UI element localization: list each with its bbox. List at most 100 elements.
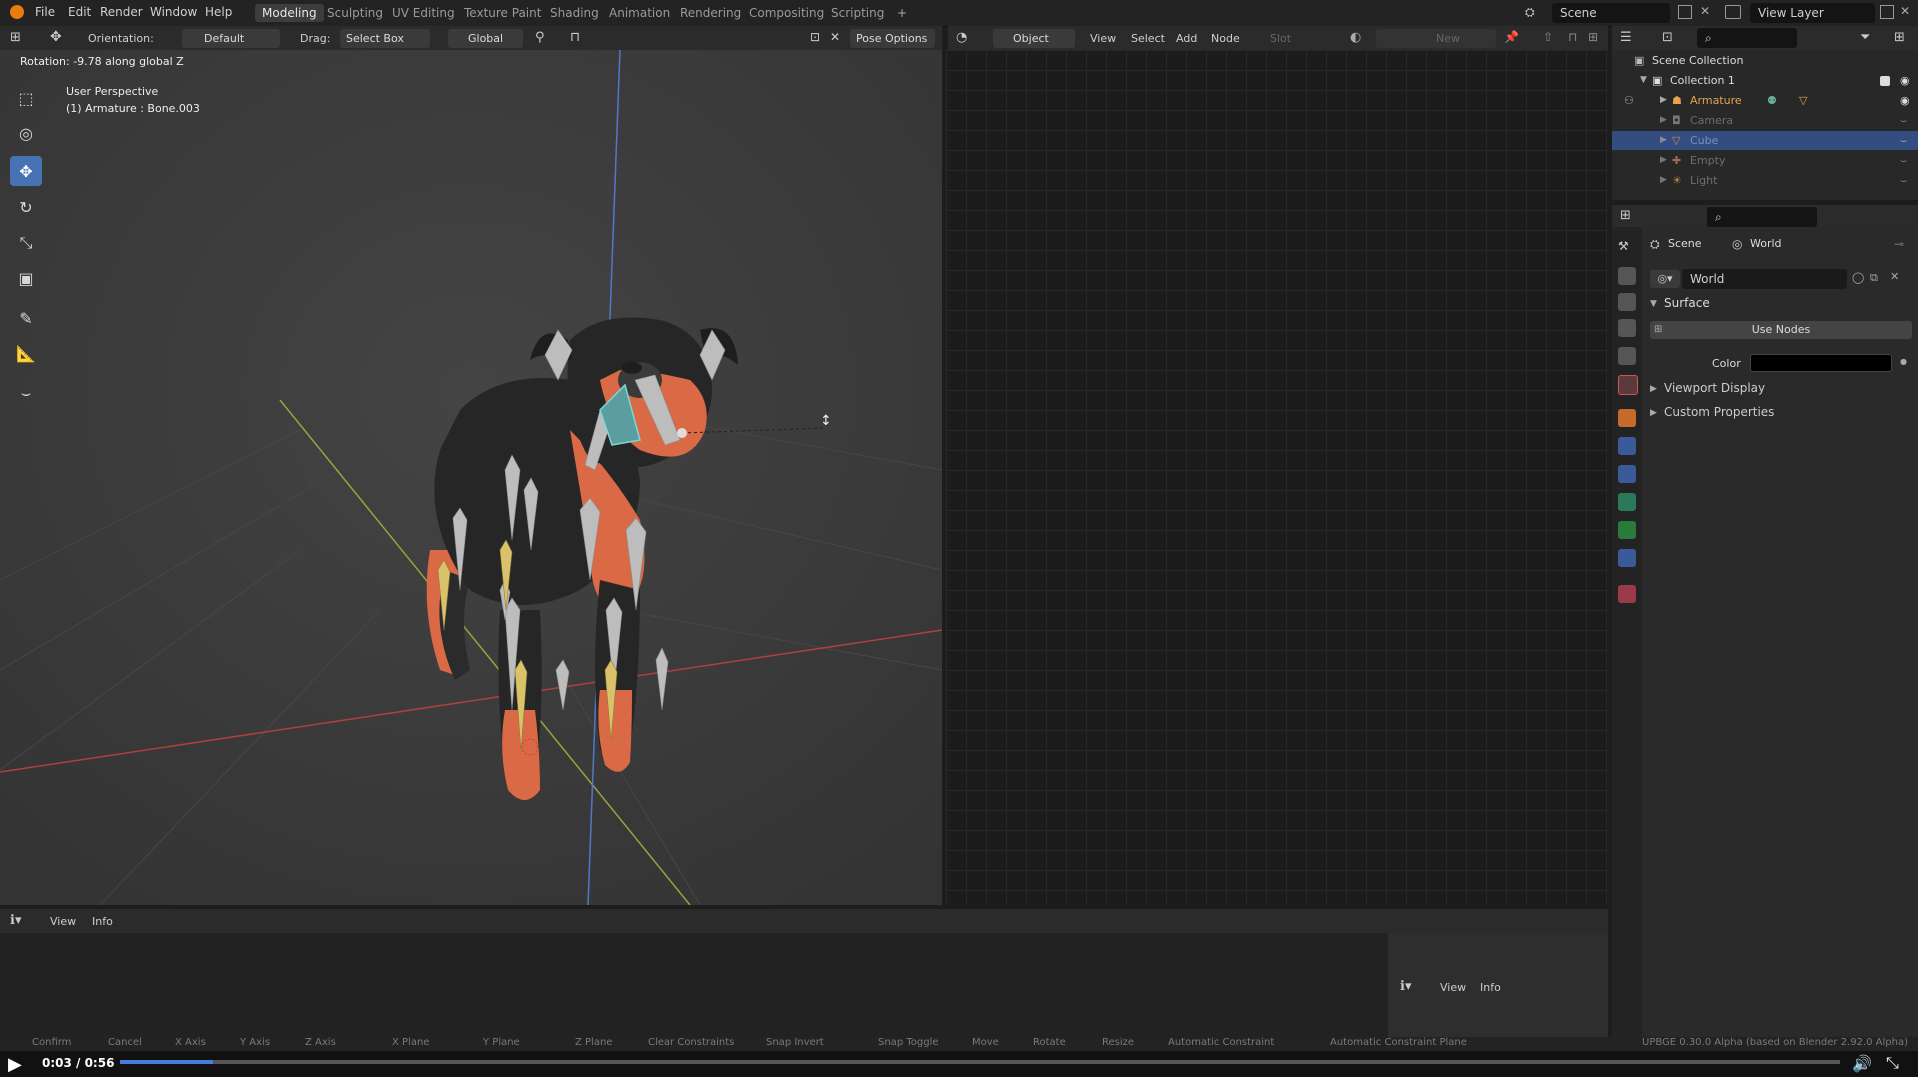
tab-scripting[interactable]: Scripting <box>824 4 891 22</box>
use-nodes-button[interactable]: Use Nodes <box>1650 321 1912 339</box>
pin-icon[interactable]: 📌 <box>1504 30 1519 44</box>
outliner-search-input[interactable]: ⌕ <box>1697 28 1797 48</box>
expand-arrow-icon[interactable]: ▶ <box>1660 91 1667 110</box>
tab-compositing[interactable]: Compositing <box>742 4 831 22</box>
expand-arrow-icon[interactable]: ▶ <box>1660 171 1667 190</box>
node-menu-select[interactable]: Select <box>1131 32 1165 45</box>
slot-dropdown[interactable]: Slot <box>1270 32 1291 45</box>
remove-scene-icon[interactable]: ✕ <box>1700 4 1710 18</box>
outliner-item-light[interactable]: ▶ ☀ Light ⌣ <box>1612 171 1918 190</box>
menu-render[interactable]: Render <box>100 5 143 19</box>
armature-data-tab-icon[interactable] <box>1618 493 1636 511</box>
backdrop-icon[interactable]: ⊞ <box>1588 30 1598 44</box>
view-layer-field[interactable]: View Layer <box>1750 3 1875 23</box>
snap-node-icon[interactable]: ⊓ <box>1568 30 1577 44</box>
node-menu-node[interactable]: Node <box>1211 32 1240 45</box>
animate-property-icon[interactable]: ● <box>1900 357 1907 366</box>
video-progress-track[interactable] <box>120 1060 1840 1064</box>
object-tab-icon[interactable] <box>1618 409 1636 427</box>
measure-tool-icon[interactable]: 📐 <box>10 338 42 368</box>
properties-search-input[interactable]: ⌕ <box>1707 207 1817 227</box>
world-name-field[interactable]: World <box>1682 269 1847 289</box>
texture-tab-icon[interactable] <box>1618 585 1636 603</box>
annotate-tool-icon[interactable]: ✎ <box>10 303 42 333</box>
properties-editor-icon[interactable]: ⊞ <box>1620 208 1631 223</box>
panel-expand-icon[interactable]: ▶ <box>1650 384 1657 394</box>
snap-icon[interactable]: ⊓ <box>570 30 580 45</box>
scene-tab-icon[interactable] <box>1618 347 1636 365</box>
expand-arrow-icon[interactable]: ▶ <box>1660 111 1667 130</box>
drag-dropdown[interactable]: Select Box <box>340 29 430 48</box>
transform-space-dropdown[interactable]: Global <box>448 29 523 48</box>
info-menu-view[interactable]: View <box>50 915 76 928</box>
collection-checkbox[interactable] <box>1880 76 1890 86</box>
unlink-icon[interactable]: ✕ <box>1890 270 1899 283</box>
tab-animation[interactable]: Animation <box>602 4 677 22</box>
parent-node-tree-icon[interactable]: ⇧ <box>1543 30 1553 44</box>
expand-arrow-icon[interactable]: ▶ <box>1660 131 1667 150</box>
display-mode-icon[interactable]: ⊡ <box>1662 30 1673 45</box>
orientation-dropdown[interactable]: Default <box>182 29 280 48</box>
editor-type-icon[interactable]: ⊞ <box>10 30 28 46</box>
render-tab-icon[interactable] <box>1618 267 1636 285</box>
pin-icon[interactable]: ⊸ <box>1894 237 1904 251</box>
viewport-display-panel[interactable]: Viewport Display <box>1664 381 1765 395</box>
tab-texture-paint[interactable]: Texture Paint <box>457 4 548 22</box>
menu-edit[interactable]: Edit <box>68 5 91 19</box>
info-menu-view-2[interactable]: View <box>1440 981 1466 994</box>
visibility-eye-icon[interactable]: ◉ <box>1900 91 1910 110</box>
outliner-scene-collection[interactable]: ▣ Scene Collection <box>1612 51 1918 70</box>
panel-collapse-icon[interactable]: ▼ <box>1650 299 1657 309</box>
tab-modeling[interactable]: Modeling <box>255 4 324 22</box>
pose-options-dropdown[interactable]: Pose Options <box>850 29 935 48</box>
outliner-collection[interactable]: ▼ ▣ Collection 1 ◉ <box>1612 71 1918 90</box>
scale-tool-icon[interactable]: ⤡ <box>10 228 42 258</box>
new-scene-icon[interactable] <box>1678 5 1692 19</box>
menu-help[interactable]: Help <box>205 5 232 19</box>
info-editor-type-icon[interactable]: ℹ▾ <box>10 913 21 928</box>
pivot-icon[interactable]: ⚲ <box>535 30 545 45</box>
custom-properties-panel[interactable]: Custom Properties <box>1664 405 1774 419</box>
node-menu-view[interactable]: View <box>1090 32 1116 45</box>
tool-tab-icon[interactable]: ⚒ <box>1618 239 1636 257</box>
move-tool-icon[interactable]: ✥ <box>10 156 42 186</box>
new-view-layer-icon[interactable] <box>1880 5 1894 19</box>
bone-tab-icon[interactable] <box>1618 521 1636 539</box>
roll-tool-icon[interactable]: ⌣ <box>10 378 42 408</box>
info-menu-info-2[interactable]: Info <box>1480 981 1501 994</box>
outliner-item-armature[interactable]: ⚇ ▶ ☗ Armature ⚉ ▽ ◉ <box>1612 91 1918 110</box>
panel-expand-icon[interactable]: ▶ <box>1650 408 1657 418</box>
volume-icon[interactable]: 🔊 <box>1852 1054 1872 1073</box>
fake-user-icon[interactable]: ◯ <box>1852 271 1864 284</box>
hidden-eye-icon[interactable]: ⌣ <box>1900 151 1907 170</box>
blender-logo-icon[interactable] <box>10 5 24 19</box>
menu-file[interactable]: File <box>35 5 55 19</box>
color-swatch[interactable] <box>1750 354 1892 372</box>
new-collection-icon[interactable]: ⊞ <box>1894 30 1905 45</box>
filter-icon[interactable]: ⏷ <box>1860 30 1870 45</box>
scene-field[interactable]: Scene <box>1552 3 1670 23</box>
breadcrumb-scene[interactable]: Scene <box>1668 237 1702 250</box>
proportional-edit-icon[interactable]: ⊡ <box>810 30 820 44</box>
new-material-button[interactable]: New <box>1376 29 1496 48</box>
outliner-item-empty[interactable]: ▶ ✚ Empty ⌣ <box>1612 151 1918 170</box>
collapse-arrow-icon[interactable]: ▼ <box>1640 71 1647 90</box>
hidden-eye-icon[interactable]: ⌣ <box>1900 171 1907 190</box>
object-mode-dropdown[interactable]: Object <box>993 29 1075 48</box>
world-tab-icon[interactable] <box>1618 375 1638 395</box>
expand-arrow-icon[interactable]: ▶ <box>1660 151 1667 170</box>
node-menu-add[interactable]: Add <box>1176 32 1197 45</box>
close-icon[interactable]: ✕ <box>830 30 840 44</box>
scene-icon[interactable]: ⛭ <box>1525 5 1541 19</box>
world-shading-icon[interactable]: ◐ <box>1350 30 1361 45</box>
info-editor-type-icon[interactable]: ℹ▾ <box>1400 979 1411 994</box>
info-menu-info[interactable]: Info <box>92 915 113 928</box>
bone-constraints-tab-icon[interactable] <box>1618 549 1636 567</box>
outliner-item-cube[interactable]: ▶ ▽ Cube ⌣ <box>1612 131 1918 150</box>
menu-window[interactable]: Window <box>150 5 197 19</box>
duplicate-icon[interactable]: ⧉ <box>1870 271 1878 285</box>
physics-tab-icon[interactable] <box>1618 437 1636 455</box>
info-log-area[interactable] <box>0 933 1388 1037</box>
tab-uv-editing[interactable]: UV Editing <box>385 4 462 22</box>
3d-viewport[interactable]: ↕ Rotation: -9.78 along global Z User Pe… <box>0 50 942 905</box>
